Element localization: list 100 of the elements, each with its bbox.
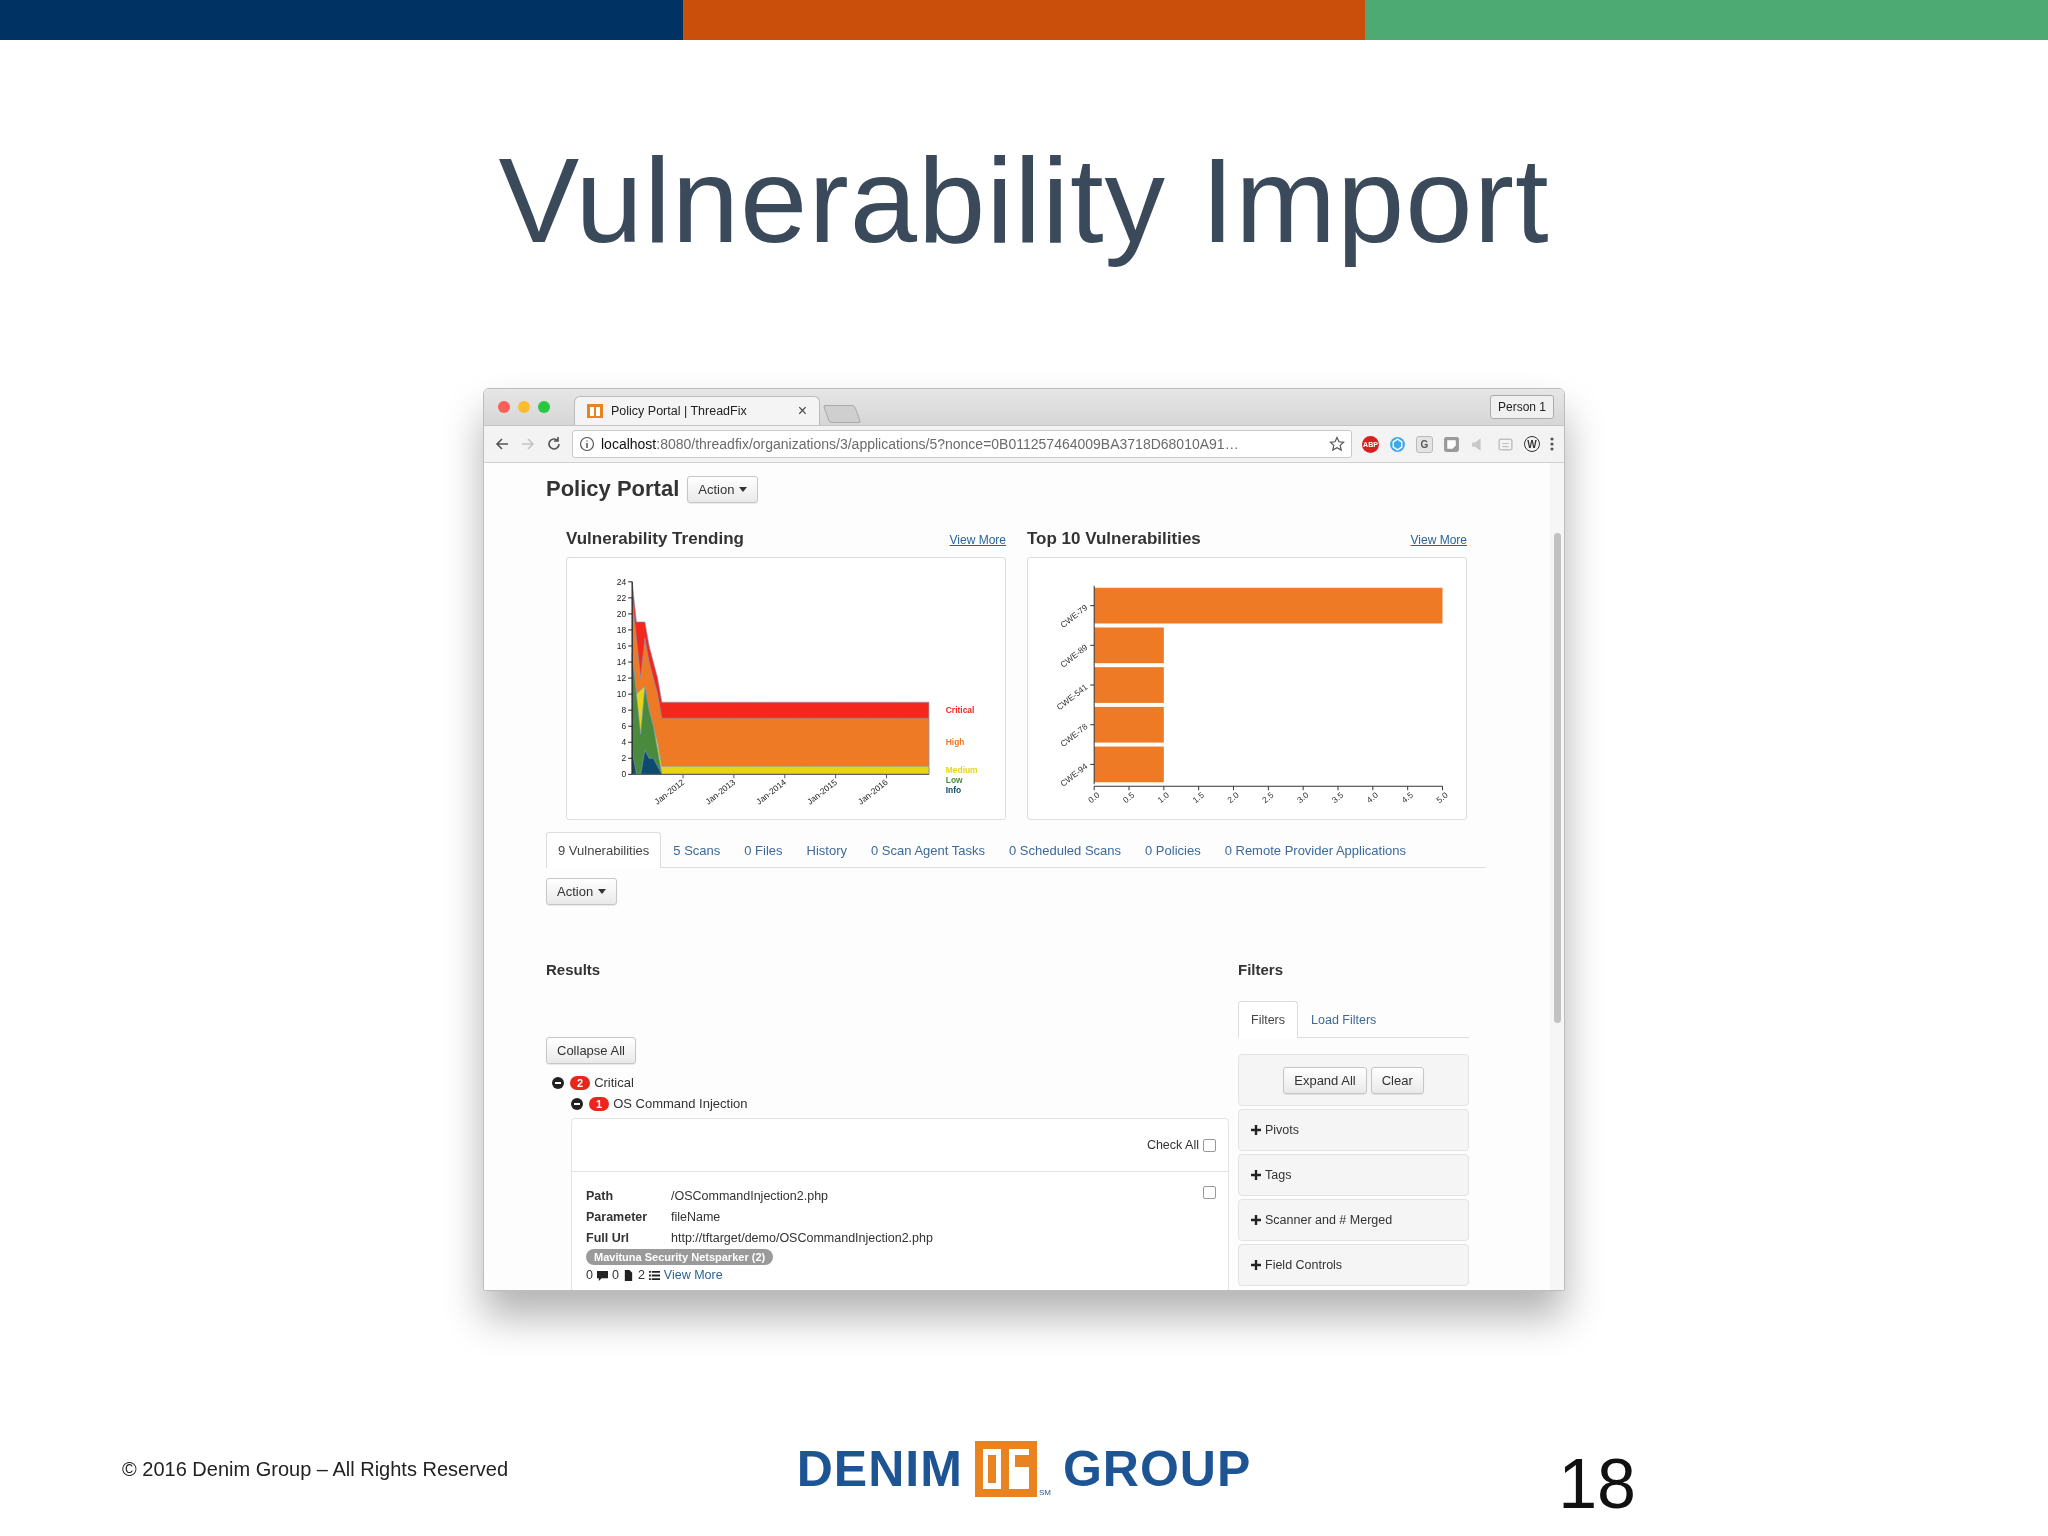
tab[interactable]: Load Filters xyxy=(1298,1001,1390,1038)
section-heading: Results xyxy=(546,961,602,981)
tab[interactable]: Filters xyxy=(1238,1001,1299,1039)
field-label: Parameter xyxy=(586,1209,648,1224)
page-number: 18 xyxy=(1558,1444,1636,1525)
logo-text: DENIM xyxy=(796,1440,963,1499)
tick-label: 2.5 xyxy=(1260,790,1276,806)
count-badge: 2 xyxy=(570,1075,591,1090)
tick-label: 0 xyxy=(621,769,627,780)
field-value: fileName xyxy=(671,1209,721,1224)
reload-icon[interactable] xyxy=(546,436,562,453)
star-icon[interactable] xyxy=(1329,436,1345,453)
collapse-all-button[interactable]: Collapse All xyxy=(546,1037,636,1065)
filter-section[interactable]: Pivots xyxy=(1238,1109,1469,1152)
tab[interactable]: History xyxy=(794,832,860,868)
caret-icon xyxy=(598,889,607,895)
filter-section[interactable]: Tags xyxy=(1238,1154,1469,1197)
tick-label: 4 xyxy=(621,737,627,748)
extension-icon[interactable]: G xyxy=(1416,435,1433,453)
tick-label: 18 xyxy=(616,625,627,636)
tab[interactable]: 9 Vulnerabilities xyxy=(546,832,662,869)
field-value: http://tftarget/demo/OSCommandInjection2.php xyxy=(671,1230,933,1245)
file-count: 0 xyxy=(611,1268,619,1283)
url-text: localhost:8080/threadfix/organizations/3/applications/5?nonce=0B011257464009BA3718D68010A91… xyxy=(601,436,1239,453)
tree-label[interactable]: OS Command Injection xyxy=(613,1096,748,1112)
tick-label: 22 xyxy=(616,593,627,604)
checkbox[interactable] xyxy=(1203,1186,1216,1200)
tab[interactable]: 0 Scheduled Scans xyxy=(997,832,1133,868)
tree-label[interactable]: Critical xyxy=(594,1075,634,1091)
comment-count: 0 xyxy=(586,1268,593,1283)
tick-label: 20 xyxy=(616,609,627,620)
tick-label: 2.0 xyxy=(1225,790,1241,806)
address-field[interactable]: localhost:8080/threadfix/organizations/3/applications/5?nonce=0B011257464009BA3718D68010A91… xyxy=(572,430,1352,459)
tick-label: 8 xyxy=(621,705,627,716)
filter-button[interactable]: Expand All xyxy=(1283,1066,1367,1094)
browser-tab[interactable]: Policy Portal | ThreadFix × xyxy=(574,396,820,426)
tick-label: 5.0 xyxy=(1434,790,1450,806)
window-icon[interactable] xyxy=(1497,435,1514,453)
field-value: /OSCommandInjection2.php xyxy=(671,1188,829,1203)
filter-button[interactable]: Clear xyxy=(1370,1066,1424,1094)
section-label: Field Controls xyxy=(1265,1258,1343,1273)
checkbox[interactable] xyxy=(1203,1138,1216,1152)
check-all-label: Check All xyxy=(1146,1138,1199,1153)
collapse-icon[interactable] xyxy=(552,1076,564,1089)
tick-label: 2 xyxy=(621,753,627,764)
comment-icon xyxy=(596,1269,608,1281)
favicon-icon xyxy=(587,404,603,419)
tick-label: 3.5 xyxy=(1329,790,1346,806)
tick-label: 16 xyxy=(616,641,627,652)
action-button[interactable]: Action xyxy=(546,878,618,906)
legend-label: Medium xyxy=(945,765,978,776)
tab[interactable]: 0 Remote Provider Applications xyxy=(1212,832,1419,868)
filter-section[interactable]: Field Controls xyxy=(1238,1244,1469,1287)
view-more-link[interactable]: View More xyxy=(949,533,1006,548)
legend-label: High xyxy=(945,737,965,748)
field-label: Full Url xyxy=(586,1230,630,1245)
logo-text: GROUP xyxy=(1062,1440,1252,1499)
panel-heading: Top 10 Vulnerabilities xyxy=(1027,529,1201,550)
cube-icon[interactable] xyxy=(1389,435,1406,453)
file-icon xyxy=(622,1269,634,1281)
scan-count: 2 xyxy=(637,1268,645,1283)
tick-label: 1.0 xyxy=(1155,790,1172,806)
slide-title: Vulnerability Import xyxy=(498,131,1550,270)
tick-label: 0.0 xyxy=(1085,790,1102,806)
tab[interactable]: 0 Policies xyxy=(1133,832,1213,868)
tab[interactable]: 0 Files xyxy=(732,832,795,868)
page-title: Policy Portal xyxy=(546,476,680,503)
section-heading: Filters xyxy=(1238,961,1284,981)
scrollbar[interactable] xyxy=(1550,463,1564,1291)
section-label: Tags xyxy=(1265,1168,1292,1183)
close-button[interactable]: × xyxy=(797,402,807,421)
profile-button[interactable]: Person 1 xyxy=(1489,395,1554,420)
tick-label: 14 xyxy=(616,657,627,668)
field-label: Path xyxy=(586,1188,614,1203)
menu-icon[interactable] xyxy=(1550,436,1554,453)
view-more-link[interactable]: View More xyxy=(1410,533,1467,548)
logo-icon xyxy=(974,1441,1037,1498)
tick-label: 12 xyxy=(616,673,627,684)
tick-label: 0.5 xyxy=(1120,790,1137,806)
new-tab-button[interactable] xyxy=(822,405,862,424)
legend-label: Critical xyxy=(945,705,975,716)
copyright-text: © 2016 Denim Group – All Rights Reserved xyxy=(122,1457,510,1481)
view-more-link[interactable]: View More xyxy=(663,1268,723,1283)
tick-label: 24 xyxy=(616,577,627,587)
tick-label: 4.5 xyxy=(1399,790,1415,806)
action-button[interactable]: Action xyxy=(687,475,759,503)
note-icon[interactable] xyxy=(1443,435,1460,453)
legend-label: Info xyxy=(945,785,962,796)
info-icon[interactable] xyxy=(579,436,595,453)
tab[interactable]: 0 Scan Agent Tasks xyxy=(859,832,997,868)
tab[interactable]: 5 Scans xyxy=(661,832,733,868)
service-mark: SM xyxy=(1038,1488,1051,1498)
tick-label: 4.0 xyxy=(1364,790,1381,806)
section-label: Scanner and # Merged xyxy=(1265,1213,1393,1228)
tick-label: 1.5 xyxy=(1190,790,1206,806)
filter-section[interactable]: Scanner and # Merged xyxy=(1238,1199,1469,1242)
collapse-icon[interactable] xyxy=(571,1097,583,1110)
tab-title: Policy Portal | ThreadFix xyxy=(611,404,748,419)
tick-label: 10 xyxy=(616,689,627,700)
window-controls-icon[interactable] xyxy=(498,401,550,414)
